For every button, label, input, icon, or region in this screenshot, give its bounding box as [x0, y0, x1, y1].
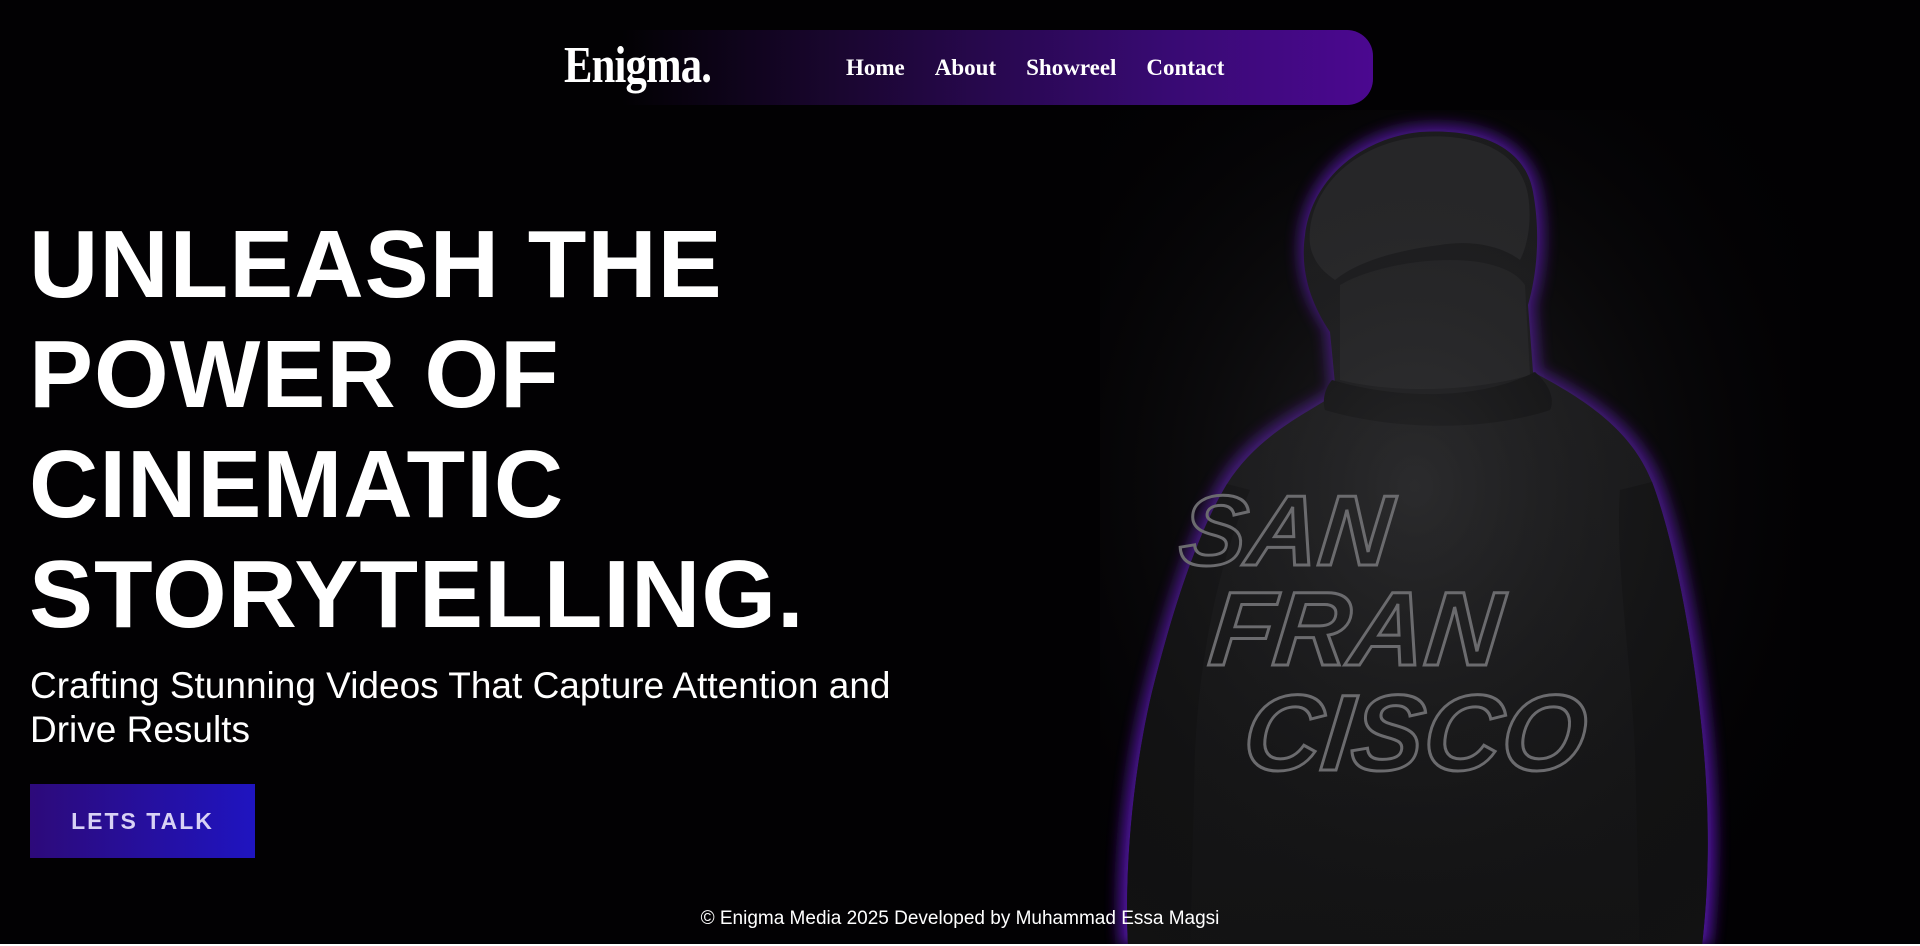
hero-subtitle: Crafting Stunning Videos That Capture At… [30, 665, 891, 750]
jacket-text-line-3: CISCO [1238, 672, 1593, 793]
hero-figure-image: SAN FRAN CISCO [1100, 110, 1800, 946]
hero-title-line: POWER OF [29, 321, 560, 428]
hero-title-line: CINEMATIC [29, 431, 565, 538]
nav-link-showreel[interactable]: Showreel [1026, 55, 1116, 81]
page: Enigma. Home About Showreel Contact SAN … [0, 0, 1920, 946]
hero-title-line: UNLEASH THE [29, 211, 723, 318]
lets-talk-button[interactable]: LETS TALK [30, 784, 255, 858]
nav-link-about[interactable]: About [935, 55, 996, 81]
logo[interactable]: Enigma. [564, 34, 712, 98]
jacket-text-line-1: SAN [1175, 475, 1400, 587]
hero-title-line: STORYTELLING. [29, 541, 805, 648]
nav-links: Home About Showreel Contact [846, 30, 1224, 105]
navbar: Enigma. Home About Showreel Contact [556, 30, 1373, 105]
nav-link-contact[interactable]: Contact [1146, 55, 1224, 81]
nav-link-home[interactable]: Home [846, 55, 905, 81]
footer-copyright: © Enigma Media 2025 Developed by Muhamma… [700, 908, 1220, 929]
hero-title: UNLEASH THE POWER OF CINEMATIC STORYTELL… [29, 210, 929, 650]
jacket-text-line-2: FRAN [1204, 571, 1510, 688]
